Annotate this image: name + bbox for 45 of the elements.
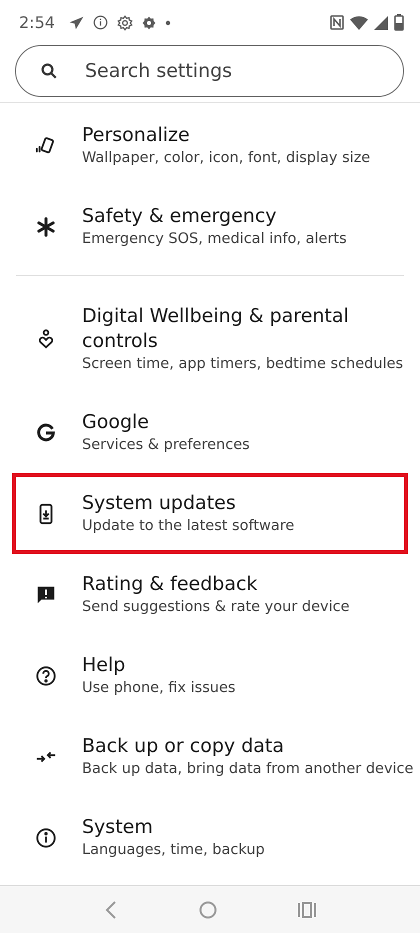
item-title: Personalize — [82, 123, 191, 148]
settings-item[interactable]: System Languages, time, backup — [12, 797, 408, 878]
search-icon — [40, 62, 58, 80]
item-subtitle: Emergency SOS, medical info, alerts — [82, 230, 347, 249]
item-subtitle: Send suggestions & rate your device — [82, 598, 350, 617]
back-button[interactable] — [104, 900, 118, 918]
item-subtitle: Languages, time, backup — [82, 841, 265, 860]
item-title: Safety & emergency — [82, 204, 278, 229]
item-title: Back up or copy data — [82, 734, 285, 759]
battery-icon — [394, 14, 404, 31]
search-field[interactable]: Search settings — [15, 45, 404, 97]
nfc-icon — [330, 15, 344, 30]
settings-item[interactable]: Google Services & preferences — [12, 392, 408, 473]
recents-button[interactable] — [298, 902, 316, 918]
info-icon — [92, 15, 108, 30]
send-icon — [68, 16, 84, 30]
settings-item[interactable]: System updates Update to the latest software — [12, 473, 408, 554]
settings-item[interactable]: Safety & emergency Emergency SOS, medical info, alerts — [12, 186, 408, 267]
item-subtitle: Services & preferences — [82, 436, 250, 455]
item-subtitle: Update to the latest software — [82, 517, 294, 536]
clock-time: 2:54 — [19, 13, 55, 32]
settings-item[interactable]: Digital Wellbeing & parental controls Screen time, app timers, bedtime schedules — [12, 286, 408, 392]
settings-item[interactable]: Rating & feedback Send suggestions & rate your device — [12, 554, 408, 635]
item-title: Google — [82, 410, 150, 435]
signal-icon — [374, 16, 388, 30]
wifi-icon — [350, 15, 368, 30]
item-title: System updates — [82, 491, 237, 516]
info-icon — [35, 826, 57, 848]
settings-item[interactable]: Personalize Wallpaper, color, icon, font, display size — [12, 105, 408, 186]
google-icon — [35, 422, 57, 444]
settings-icon — [116, 14, 133, 30]
dot-icon — [164, 20, 171, 26]
item-title: Rating & feedback — [82, 572, 258, 597]
asterisk-icon — [35, 216, 57, 238]
settings-icon — [142, 16, 156, 30]
item-title: Digital Wellbeing & parental controls — [82, 304, 350, 354]
help-icon — [35, 664, 57, 686]
item-subtitle: Screen time, app timers, bedtime schedules — [82, 355, 404, 374]
item-title: Help — [82, 653, 126, 678]
item-subtitle: Use phone, fix issues — [82, 679, 236, 698]
home-button[interactable] — [198, 900, 217, 918]
settings-item[interactable]: Help Use phone, fix issues — [12, 635, 408, 716]
item-subtitle: Back up data, bring data from another device — [82, 760, 414, 779]
item-subtitle: Wallpaper, color, icon, font, display size — [82, 149, 370, 168]
item-title: System — [82, 815, 154, 840]
